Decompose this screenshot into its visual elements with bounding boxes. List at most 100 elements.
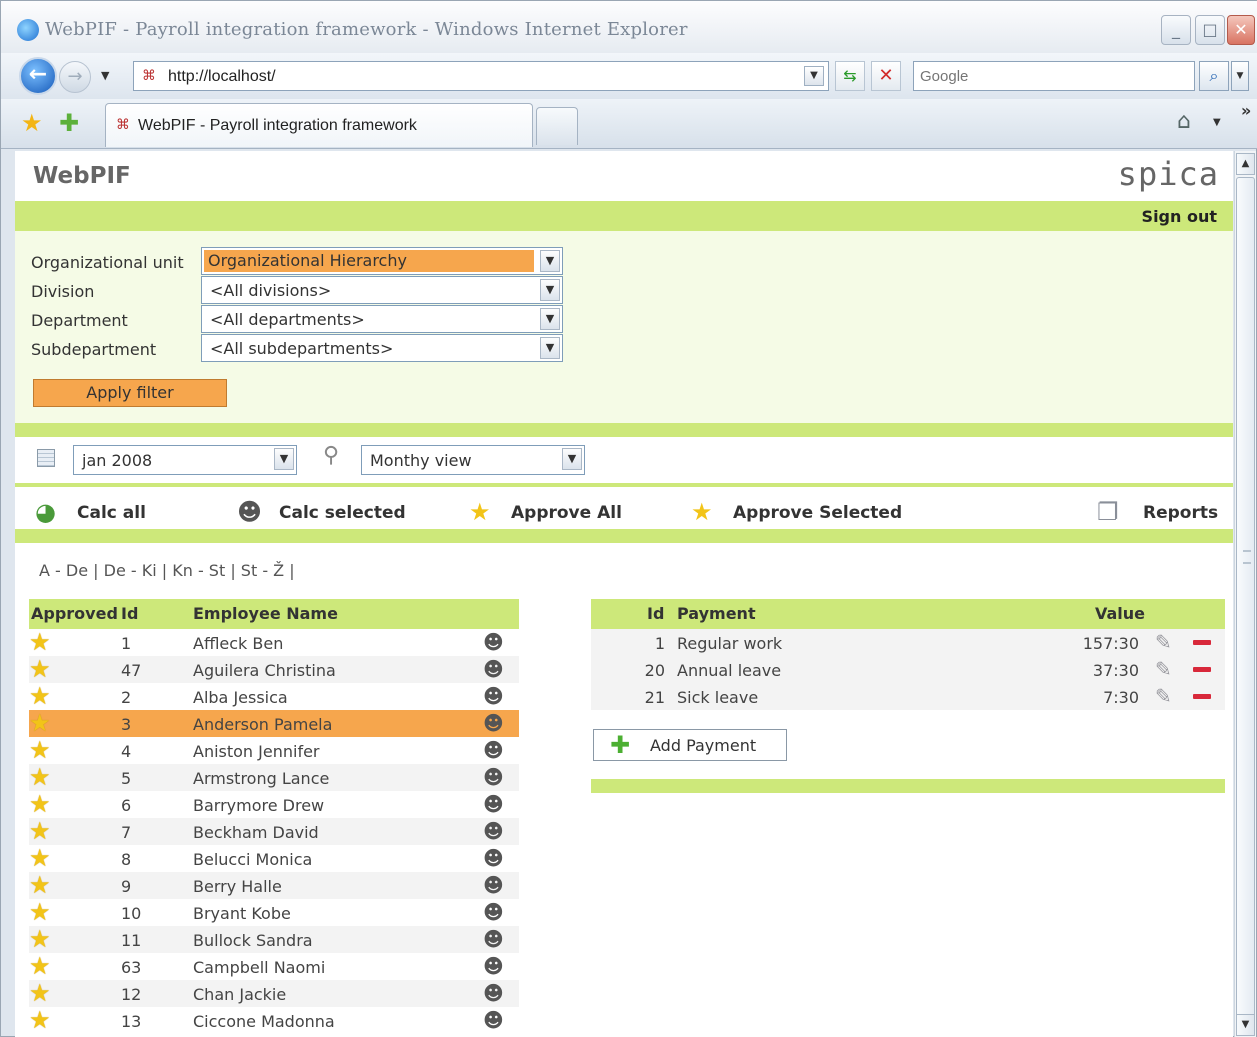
chevron-down-icon[interactable]: ▼ bbox=[562, 448, 582, 470]
id-header[interactable]: Id bbox=[121, 604, 138, 623]
calc-person-icon[interactable]: ☻ bbox=[483, 764, 504, 791]
table-row[interactable]: ★ 4 Aniston Jennifer ☻ bbox=[29, 737, 519, 764]
table-row[interactable]: ★ 47 Aguilera Christina ☻ bbox=[29, 656, 519, 683]
calc-person-icon[interactable]: ☻ bbox=[483, 818, 504, 845]
employee-name[interactable]: Alba Jessica bbox=[193, 688, 288, 707]
table-row[interactable]: ★ 2 Alba Jessica ☻ bbox=[29, 683, 519, 710]
search-input[interactable] bbox=[914, 62, 1194, 90]
month-select[interactable]: jan 2008 ▼ bbox=[73, 445, 297, 475]
back-button[interactable]: ← bbox=[19, 57, 57, 95]
table-row[interactable]: ★ 13 Ciccone Madonna ☻ bbox=[29, 1007, 519, 1034]
calc-person-icon[interactable]: ☻ bbox=[483, 980, 504, 1007]
scroll-thumb[interactable] bbox=[1236, 177, 1255, 1033]
department-select[interactable]: <All departments> ▼ bbox=[201, 305, 563, 333]
table-row[interactable]: 20 Annual leave 37:30 ✎ bbox=[591, 656, 1225, 683]
employee-name[interactable]: Belucci Monica bbox=[193, 850, 312, 869]
employee-name-header[interactable]: Employee Name bbox=[193, 604, 338, 623]
star-icon[interactable]: ★ bbox=[29, 683, 51, 710]
reports-button[interactable]: ❐ Reports bbox=[1097, 497, 1218, 527]
sign-out-link[interactable]: Sign out bbox=[1142, 207, 1217, 226]
scroll-up-icon[interactable]: ▲ bbox=[1236, 153, 1255, 175]
employee-name[interactable]: Affleck Ben bbox=[193, 634, 283, 653]
calc-person-icon[interactable]: ☻ bbox=[483, 953, 504, 980]
chevron-down-icon[interactable]: ▼ bbox=[540, 250, 560, 272]
star-icon[interactable]: ★ bbox=[29, 899, 51, 926]
search-icon[interactable]: ⌕ bbox=[1199, 61, 1229, 91]
new-tab-button[interactable] bbox=[536, 107, 578, 145]
employee-name[interactable]: Armstrong Lance bbox=[193, 769, 329, 788]
calc-person-icon[interactable]: ☻ bbox=[483, 737, 504, 764]
minus-icon[interactable] bbox=[1193, 694, 1211, 699]
calc-person-icon[interactable]: ☻ bbox=[483, 1007, 504, 1034]
pencil-icon[interactable]: ✎ bbox=[1155, 656, 1172, 683]
star-icon[interactable]: ★ bbox=[29, 872, 51, 899]
employee-name[interactable]: Beckham David bbox=[193, 823, 319, 842]
address-url[interactable]: http://localhost/ bbox=[168, 68, 276, 86]
add-favorites-icon[interactable]: ✚ bbox=[59, 109, 79, 137]
calc-person-icon[interactable]: ☻ bbox=[483, 926, 504, 953]
maximize-button[interactable]: □ bbox=[1195, 15, 1225, 45]
pencil-icon[interactable]: ✎ bbox=[1155, 683, 1172, 710]
calc-person-icon[interactable]: ☻ bbox=[483, 845, 504, 872]
star-icon[interactable]: ★ bbox=[29, 953, 51, 980]
table-row[interactable]: ★ 12 Chan Jackie ☻ bbox=[29, 980, 519, 1007]
calendar-icon[interactable] bbox=[37, 449, 55, 467]
more-tools-icon[interactable]: » bbox=[1241, 101, 1251, 120]
favorites-star-icon[interactable]: ★ bbox=[21, 109, 43, 137]
apply-filter-button[interactable]: Apply filter bbox=[33, 379, 227, 407]
search-options-icon[interactable]: ▼ bbox=[1231, 61, 1249, 91]
employee-name[interactable]: Berry Halle bbox=[193, 877, 282, 896]
star-icon[interactable]: ★ bbox=[29, 656, 51, 683]
calc-person-icon[interactable]: ☻ bbox=[483, 872, 504, 899]
table-row[interactable]: ★ 11 Bullock Sandra ☻ bbox=[29, 926, 519, 953]
table-row[interactable]: 21 Sick leave 7:30 ✎ bbox=[591, 683, 1225, 710]
address-bar[interactable]: ⌘ http://localhost/ ▼ bbox=[133, 61, 829, 91]
employee-name[interactable]: Ciccone Madonna bbox=[193, 1012, 335, 1031]
minimize-button[interactable]: _ bbox=[1161, 15, 1191, 45]
org-unit-select[interactable]: Organizational Hierarchy ▼ bbox=[201, 247, 563, 275]
home-icon[interactable]: ⌂ bbox=[1177, 109, 1191, 134]
vertical-scrollbar[interactable]: ▲ ▼ bbox=[1234, 151, 1256, 1037]
star-icon[interactable]: ★ bbox=[29, 710, 51, 737]
chevron-down-icon[interactable]: ▼ bbox=[540, 308, 560, 330]
star-icon[interactable]: ★ bbox=[29, 980, 51, 1007]
calc-person-icon[interactable]: ☻ bbox=[483, 683, 504, 710]
forward-button[interactable]: → bbox=[59, 61, 91, 93]
calc-selected-button[interactable]: ☻ Calc selected bbox=[237, 497, 417, 527]
table-row[interactable]: ★ 7 Beckham David ☻ bbox=[29, 818, 519, 845]
calc-person-icon[interactable]: ☻ bbox=[483, 629, 504, 656]
star-icon[interactable]: ★ bbox=[29, 791, 51, 818]
search-box[interactable] bbox=[913, 61, 1195, 91]
table-row[interactable]: ★ 9 Berry Halle ☻ bbox=[29, 872, 519, 899]
calc-all-button[interactable]: ◕ Calc all bbox=[35, 497, 165, 527]
star-icon[interactable]: ★ bbox=[29, 845, 51, 872]
division-select[interactable]: <All divisions> ▼ bbox=[201, 276, 563, 304]
table-row[interactable]: ★ 6 Barrymore Drew ☻ bbox=[29, 791, 519, 818]
table-row[interactable]: ★ 5 Armstrong Lance ☻ bbox=[29, 764, 519, 791]
calc-person-icon[interactable]: ☻ bbox=[483, 899, 504, 926]
browser-tab[interactable]: ⌘ WebPIF - Payroll integration framework bbox=[105, 103, 533, 147]
history-dropdown-icon[interactable]: ▼ bbox=[101, 69, 109, 82]
employee-name[interactable]: Bullock Sandra bbox=[193, 931, 313, 950]
calc-person-icon[interactable]: ☻ bbox=[483, 791, 504, 818]
table-row[interactable]: 1 Regular work 157:30 ✎ bbox=[591, 629, 1225, 656]
table-row[interactable]: ★ 3 Anderson Pamela ☻ bbox=[29, 710, 519, 737]
add-payment-button[interactable]: ✚ Add Payment bbox=[593, 729, 787, 761]
employee-name[interactable]: Bryant Kobe bbox=[193, 904, 291, 923]
employee-name[interactable]: Campbell Naomi bbox=[193, 958, 325, 977]
table-row[interactable]: ★ 1 Affleck Ben ☻ bbox=[29, 629, 519, 656]
employee-name[interactable]: Chan Jackie bbox=[193, 985, 286, 1004]
close-window-button[interactable]: ✕ bbox=[1227, 15, 1255, 45]
star-icon[interactable]: ★ bbox=[29, 926, 51, 953]
approve-selected-button[interactable]: ★ Approve Selected bbox=[691, 497, 911, 527]
table-row[interactable]: ★ 10 Bryant Kobe ☻ bbox=[29, 899, 519, 926]
employee-name[interactable]: Aniston Jennifer bbox=[193, 742, 320, 761]
star-icon[interactable]: ★ bbox=[29, 1007, 51, 1034]
employee-name[interactable]: Anderson Pamela bbox=[193, 715, 332, 734]
star-icon[interactable]: ★ bbox=[29, 629, 51, 656]
scroll-down-icon[interactable]: ▼ bbox=[1236, 1014, 1255, 1036]
chevron-down-icon[interactable]: ▼ bbox=[540, 279, 560, 301]
view-select[interactable]: Monthy view ▼ bbox=[361, 445, 585, 475]
table-row[interactable]: ★ 8 Belucci Monica ☻ bbox=[29, 845, 519, 872]
minus-icon[interactable] bbox=[1193, 640, 1211, 645]
